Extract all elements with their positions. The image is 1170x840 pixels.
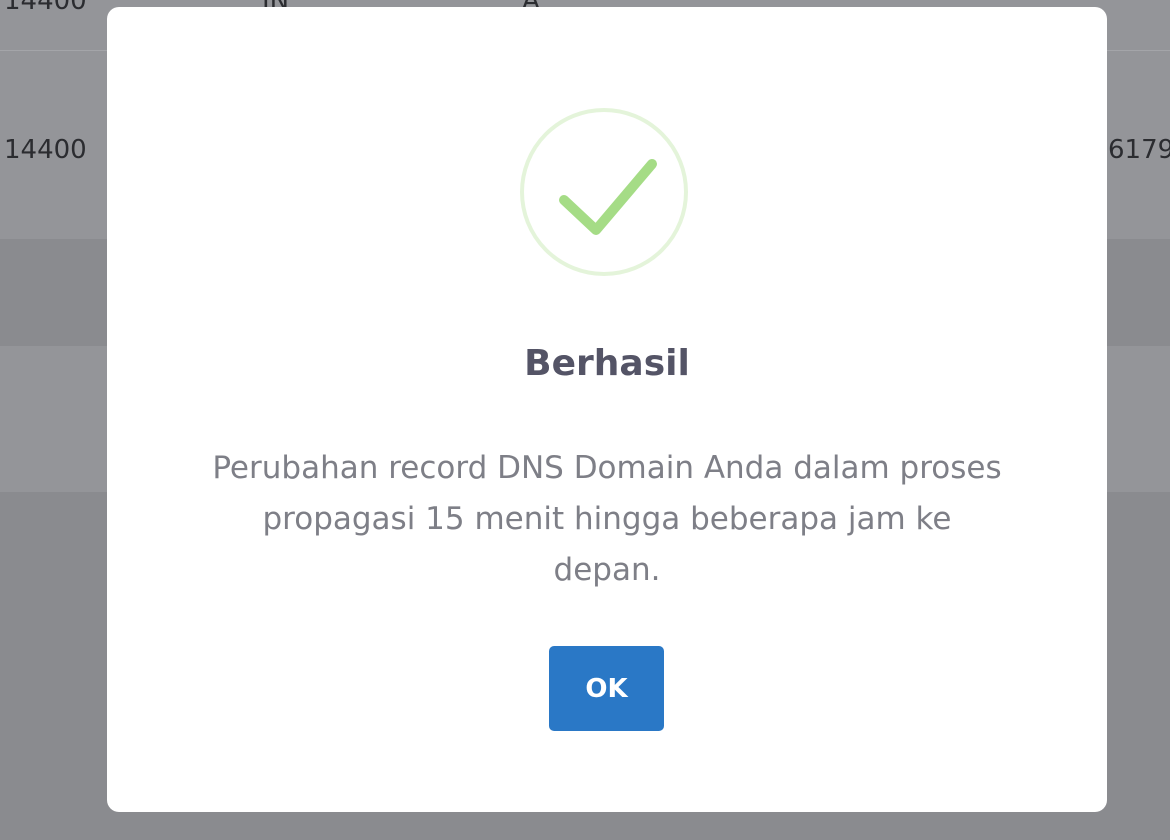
ok-button[interactable]: OK (549, 646, 664, 731)
dialog-title: Berhasil (524, 343, 690, 384)
checkmark-icon (559, 159, 657, 235)
value-cell: 6179 (1108, 135, 1170, 165)
ttl-cell: 14400 (4, 135, 87, 165)
success-check-icon (520, 108, 688, 276)
ttl-cell: 14400 (4, 0, 87, 16)
dialog-message: Perubahan record DNS Domain Anda dalam p… (212, 450, 1002, 588)
success-dialog: Berhasil Perubahan record DNS Domain And… (107, 7, 1107, 812)
